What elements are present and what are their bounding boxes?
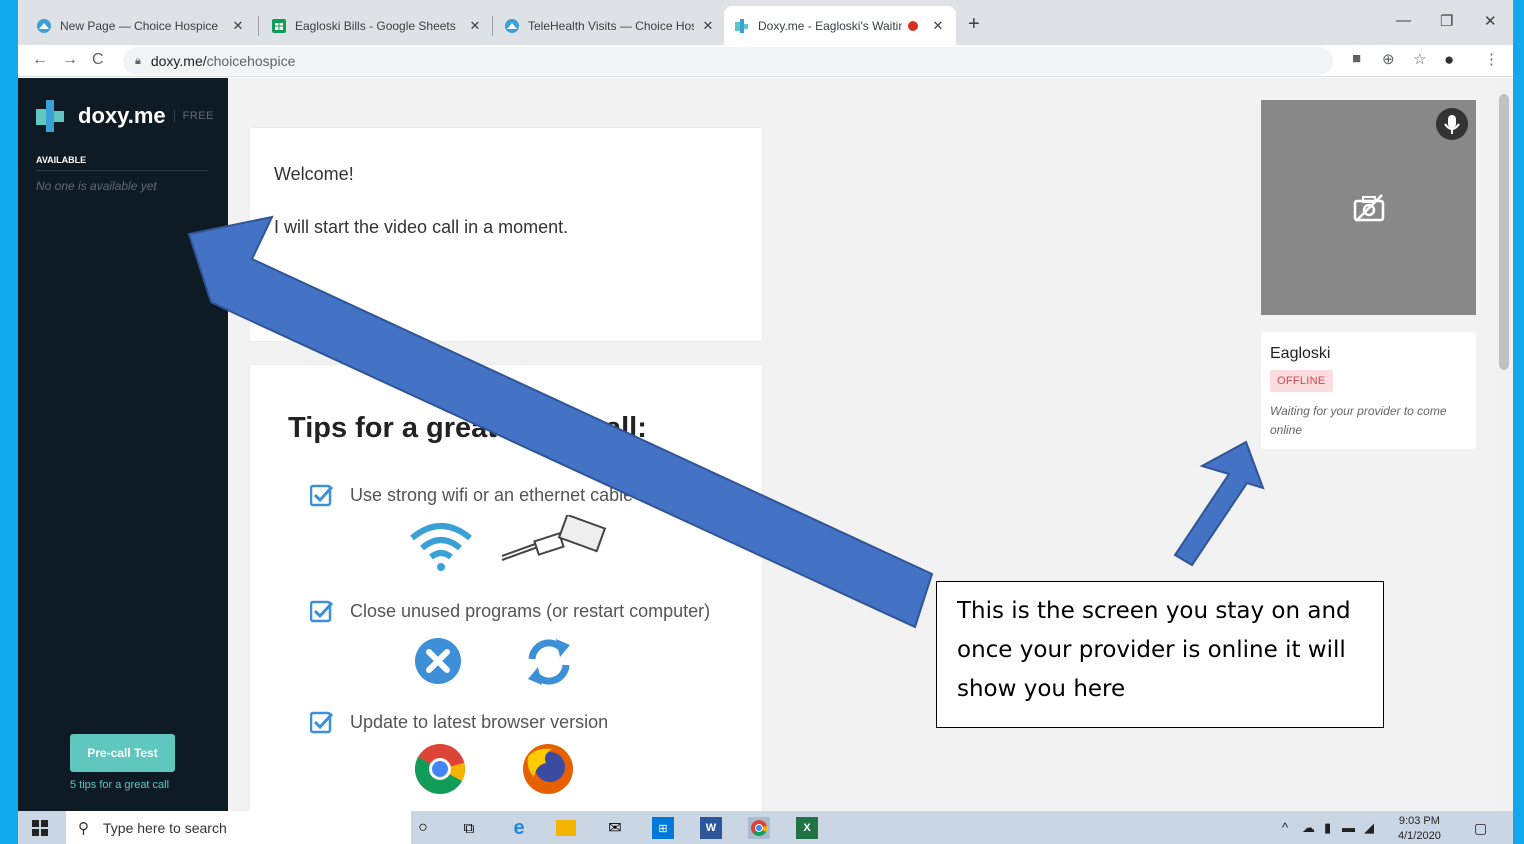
search-icon: ⚲ xyxy=(78,819,89,837)
clock-time: 9:03 PM xyxy=(1398,815,1440,827)
cortana-icon[interactable]: ○ xyxy=(412,817,434,839)
tray-chevron-icon[interactable]: ^ xyxy=(1282,820,1288,835)
chrome-taskbar-icon[interactable] xyxy=(748,817,770,839)
store-icon[interactable]: ⊞ xyxy=(652,817,674,839)
edge-icon[interactable]: e xyxy=(508,817,530,839)
word-icon[interactable]: W xyxy=(700,817,722,839)
annotation-callout: This is the screen you stay on and once … xyxy=(936,581,1384,728)
taskbar-search[interactable]: ⚲ Type here to search xyxy=(66,811,411,844)
annotation-arrow-right xyxy=(1173,440,1265,567)
search-placeholder: Type here to search xyxy=(103,819,227,836)
task-view-icon[interactable]: ⧉ xyxy=(458,817,480,839)
microphone-tray-icon[interactable]: ▮ xyxy=(1324,820,1331,836)
mail-icon[interactable]: ✉ xyxy=(604,817,626,839)
battery-icon[interactable]: ▬ xyxy=(1342,820,1355,835)
clock-date: 4/1/2020 xyxy=(1398,830,1441,842)
wifi-tray-icon[interactable]: ◢ xyxy=(1364,820,1374,836)
onedrive-icon[interactable]: ☁ xyxy=(1302,820,1315,836)
file-explorer-icon[interactable] xyxy=(556,820,576,836)
windows-taskbar: ⚲ Type here to search ○ ⧉ e ✉ ⊞ W X ^ ☁ … xyxy=(18,811,1513,844)
notifications-icon[interactable]: ▢ xyxy=(1474,820,1487,837)
taskbar-clock[interactable]: 9:03 PM 4/1/2020 xyxy=(1398,814,1441,844)
annotation-arrow-left xyxy=(187,215,934,629)
windows-start-icon[interactable] xyxy=(32,820,48,836)
excel-icon[interactable]: X xyxy=(796,817,818,839)
